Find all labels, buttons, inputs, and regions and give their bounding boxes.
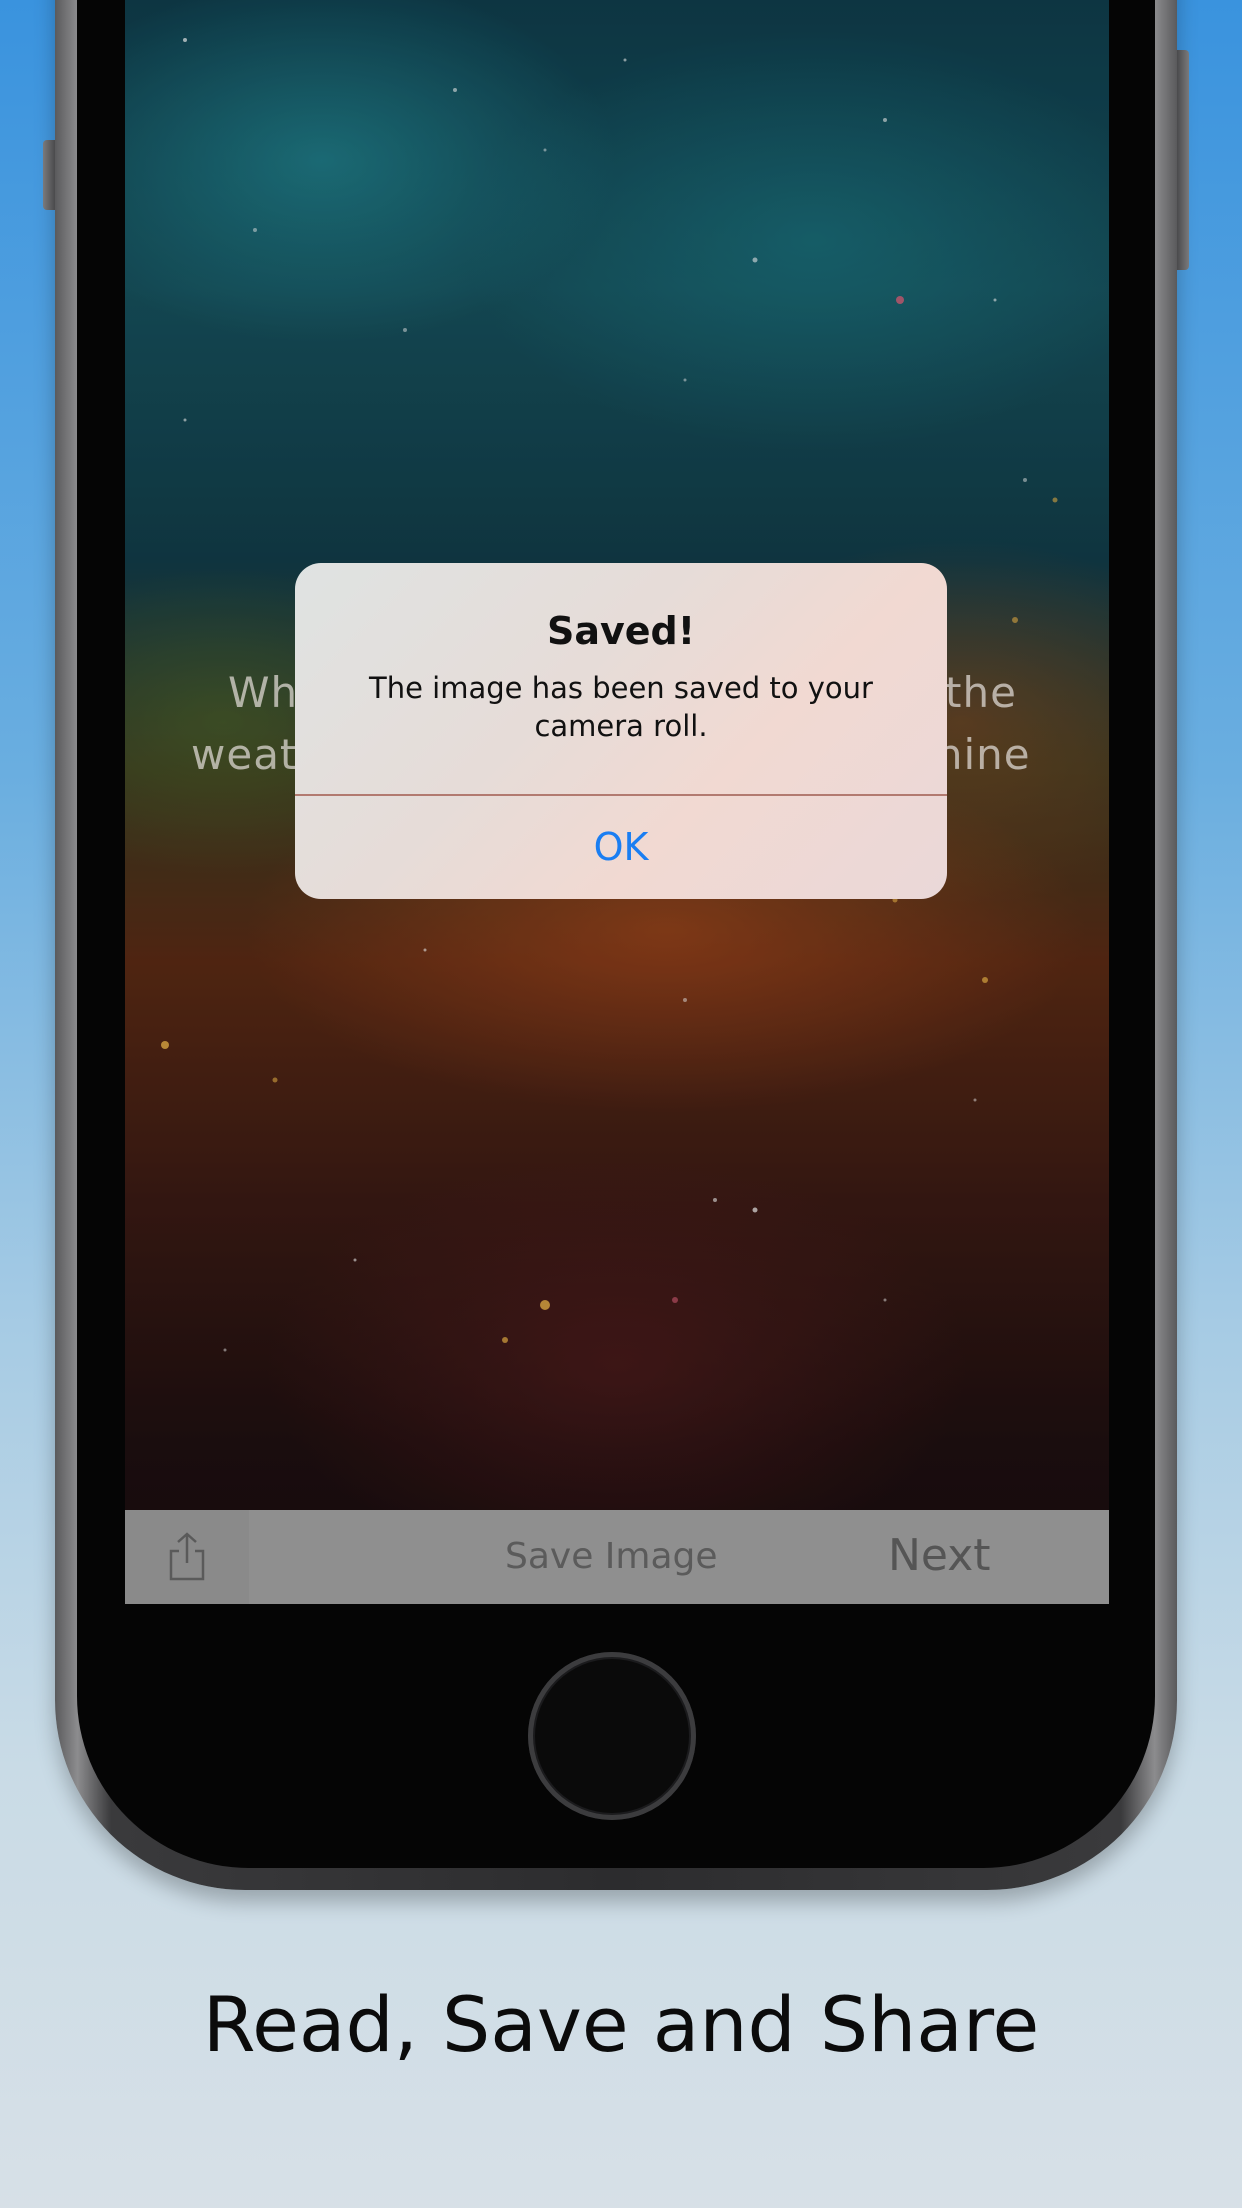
alert-message: The image has been saved to your camera … xyxy=(369,671,873,743)
home-button[interactable] xyxy=(528,1652,696,1820)
quote-line-2-left: weat xyxy=(191,730,298,779)
mute-switch xyxy=(43,140,55,210)
saved-alert-dialog: Saved! The image has been saved to your … xyxy=(295,563,947,899)
quote-line-1-left: Wh xyxy=(228,668,299,717)
save-image-button[interactable]: Save Image xyxy=(505,1510,718,1604)
alert-ok-button[interactable]: OK xyxy=(295,796,947,899)
power-button xyxy=(1177,50,1189,270)
alert-title: Saved! xyxy=(546,609,696,653)
share-icon xyxy=(169,1532,205,1581)
share-button[interactable] xyxy=(125,1510,249,1604)
marketing-caption: Read, Save and Share xyxy=(202,1980,1040,2069)
quote-line-1-right: the xyxy=(945,668,1017,717)
bottom-toolbar: Save Image Next xyxy=(125,1510,1109,1604)
next-button[interactable]: Next xyxy=(888,1510,991,1604)
